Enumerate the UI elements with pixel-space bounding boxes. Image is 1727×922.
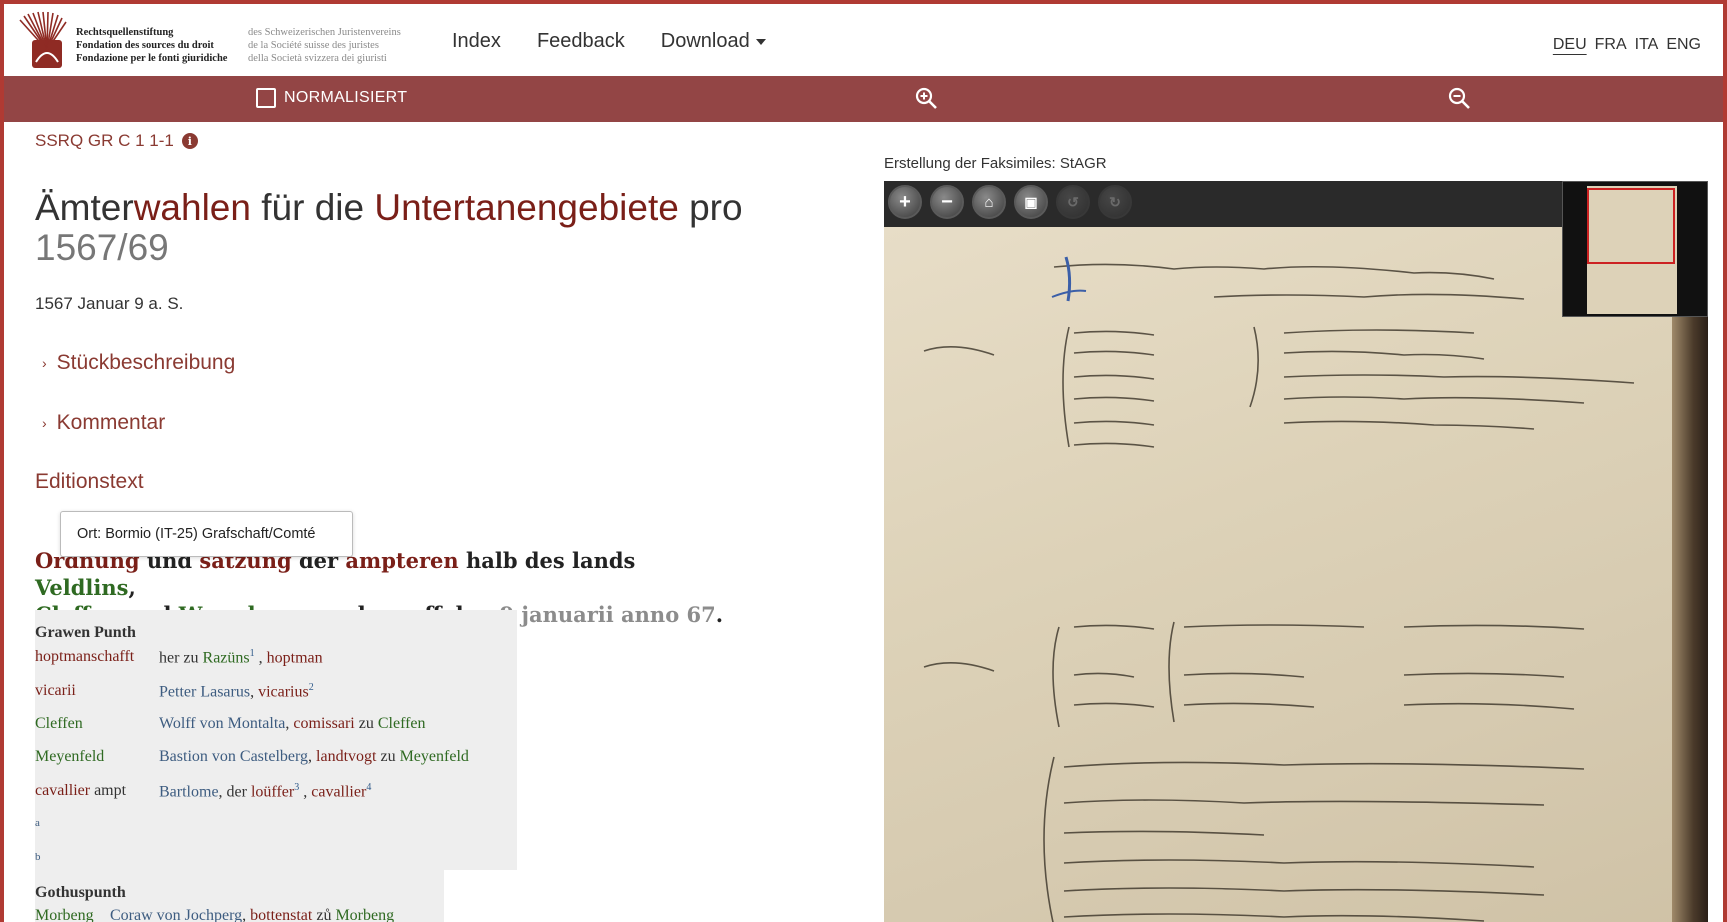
table-row-key: cavallier ampt: [35, 782, 127, 799]
language-switcher: DEU FRA ITA ENG: [1553, 36, 1701, 54]
top-header: Rechtsquellenstiftung Fondation des sour…: [4, 4, 1723, 76]
document-date: 1567 Januar 9 a. S.: [35, 294, 184, 313]
table-row-value: Coraw von Jochperg, bottenstat zů Morben…: [110, 907, 395, 922]
edition-text-heading: Editionstext: [35, 470, 144, 493]
table-heading: Gothuspunth: [35, 884, 126, 901]
handwriting-strokes: [923, 256, 1635, 922]
viewer-zoom-out-icon[interactable]: −: [930, 185, 964, 219]
chevron-right-icon: ›: [42, 415, 47, 431]
viewer-controls: + − ⌂ ▣ ↺ ↻: [888, 185, 1132, 219]
table-row-key[interactable]: Morbeng: [35, 907, 94, 922]
normalize-checkbox[interactable]: [256, 88, 276, 108]
org-name-primary: Rechtsquellenstiftung Fondation des sour…: [76, 27, 228, 64]
org-name-secondary: des Schweizerischen Juristenvereins de l…: [248, 27, 401, 64]
section-stueckbeschreibung[interactable]: › Stückbeschreibung: [42, 351, 235, 375]
table-row-key[interactable]: Cleffen: [35, 715, 83, 733]
section-kommentar[interactable]: › Kommentar: [42, 411, 165, 435]
lang-ita[interactable]: ITA: [1635, 36, 1659, 54]
table-row-value: Petter Lasarus, vicarius2: [159, 682, 314, 701]
viewer-rotate-left-icon: ↺: [1056, 185, 1090, 219]
table-row-key[interactable]: vicarii: [35, 682, 76, 700]
zoom-out-icon[interactable]: [1447, 86, 1471, 110]
viewer-zoom-in-icon[interactable]: +: [888, 185, 922, 219]
main-nav: Index Feedback Download: [452, 30, 766, 53]
table-row-value: Wolff von Montalta, comissari zu Cleffen: [159, 715, 426, 732]
table-row-value: Bastion von Castelberg, landtvogt zu Mey…: [159, 748, 469, 765]
nav-feedback[interactable]: Feedback: [537, 30, 625, 53]
viewer-home-icon[interactable]: ⌂: [972, 185, 1006, 219]
viewer-fullscreen-icon[interactable]: ▣: [1014, 185, 1048, 219]
info-icon[interactable]: i: [181, 133, 198, 149]
zoom-in-icon[interactable]: [914, 86, 938, 110]
viewer-navigator-minimap[interactable]: [1562, 181, 1708, 317]
manuscript-page-image: [884, 227, 1708, 922]
document-siglum: SSRQ GR C 1 1-1 i: [35, 131, 198, 151]
table-heading: Grawen Punth: [35, 624, 136, 641]
table-row-value: Bartlome, der loüffer3 , cavallier4: [159, 782, 372, 801]
viewer-rotate-right-icon: ↻: [1098, 185, 1132, 219]
foundation-logo-icon[interactable]: [16, 10, 76, 70]
page-title: Ämterwahlen für die Untertanengebiete pr…: [35, 187, 743, 268]
lang-eng[interactable]: ENG: [1666, 36, 1701, 54]
facsimile-credit: Erstellung der Faksimiles: StAGR: [884, 155, 1107, 172]
normalize-toggle[interactable]: NORMALISIERT: [256, 88, 407, 108]
facsimile-viewer[interactable]: + − ⌂ ▣ ↺ ↻: [884, 181, 1708, 922]
office-table-grawen-punth: Grawen Punth hoptmanschafft her zu Razün…: [35, 610, 517, 870]
nav-index[interactable]: Index: [452, 30, 501, 53]
footnote-marker-b[interactable]: b: [35, 851, 41, 863]
navigator-viewport-box[interactable]: [1587, 188, 1675, 264]
nav-download-dropdown[interactable]: Download: [661, 30, 766, 53]
chevron-right-icon: ›: [42, 355, 47, 371]
lang-deu[interactable]: DEU: [1553, 36, 1587, 54]
footnote-marker-a[interactable]: a: [35, 817, 40, 829]
table-row-key[interactable]: Meyenfeld: [35, 748, 104, 766]
caret-down-icon: [755, 38, 766, 45]
office-table-gothuspunth: Gothuspunth Morbeng Coraw von Jochperg, …: [35, 870, 444, 922]
place-tooltip: Ort: Bormio (IT-25) Grafschaft/Comté: [60, 511, 353, 557]
normalize-label: NORMALISIERT: [284, 89, 408, 106]
table-row-value: her zu Razüns1 , hoptman: [159, 648, 323, 667]
table-row-key[interactable]: hoptmanschafft: [35, 648, 134, 666]
lang-fra[interactable]: FRA: [1595, 36, 1627, 54]
view-toolbar: NORMALISIERT: [4, 76, 1723, 122]
